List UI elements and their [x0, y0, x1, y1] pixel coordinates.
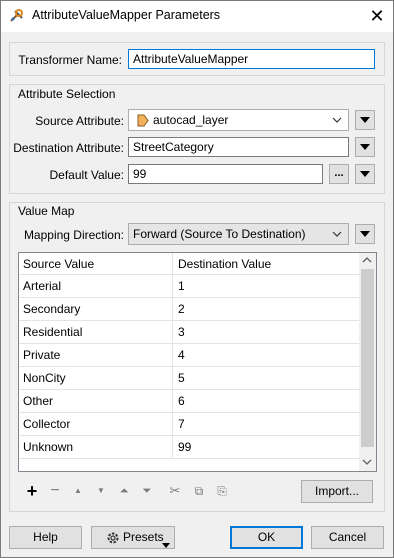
move-to-top-icon[interactable]: ⏶ — [114, 481, 134, 501]
destination-attribute-menu-button[interactable] — [355, 137, 375, 157]
column-header-source-value[interactable]: Source Value — [19, 253, 173, 275]
triangle-down-icon — [162, 535, 170, 556]
import-button[interactable]: Import... — [301, 480, 373, 503]
mapping-direction-label: Mapping Direction: — [23, 228, 124, 242]
cut-icon[interactable]: ✂ — [165, 481, 185, 501]
table-row[interactable]: NonCity 5 — [19, 367, 361, 390]
scroll-down-icon[interactable] — [362, 458, 372, 468]
table-row[interactable]: Arterial 1 — [19, 275, 361, 298]
move-down-icon[interactable]: ▼ — [91, 481, 111, 501]
value-map-table: Source Value Destination Value Arterial … — [18, 252, 377, 472]
mapping-direction-value: Forward (Source To Destination) — [133, 227, 306, 241]
source-attribute-menu-button[interactable] — [355, 110, 375, 130]
move-up-icon[interactable]: ▲ — [68, 481, 88, 501]
table-row[interactable]: Other 6 — [19, 390, 361, 413]
source-value-cell[interactable]: Collector — [19, 413, 173, 436]
table-row[interactable]: Collector 7 — [19, 413, 361, 436]
destination-value-cell[interactable]: 1 — [174, 275, 361, 298]
destination-value-cell[interactable]: 5 — [174, 367, 361, 390]
scrollbar-thumb[interactable] — [361, 269, 374, 447]
default-value-label: Default Value: — [49, 168, 125, 182]
default-value-menu-button[interactable] — [355, 164, 375, 184]
move-to-bottom-icon[interactable]: ⏷ — [137, 481, 157, 501]
source-value-cell[interactable]: Secondary — [19, 298, 173, 321]
vertical-scrollbar[interactable] — [359, 253, 376, 471]
add-row-icon[interactable]: + — [22, 481, 42, 501]
destination-value-cell[interactable]: 2 — [174, 298, 361, 321]
table-row[interactable]: Secondary 2 — [19, 298, 361, 321]
default-value-ellipsis-button[interactable]: ... — [329, 164, 349, 184]
window-title: AttributeValueMapper Parameters — [32, 8, 221, 22]
source-attribute-value: autocad_layer — [153, 113, 229, 127]
chevron-down-icon — [332, 113, 342, 132]
attribute-tag-icon — [137, 114, 149, 131]
table-row[interactable]: Unknown 99 — [19, 436, 361, 459]
mapping-direction-menu-button[interactable] — [355, 224, 375, 244]
copy-icon[interactable]: ⧉ — [189, 481, 209, 501]
destination-value-cell[interactable]: 99 — [174, 436, 361, 459]
remove-row-icon[interactable]: − — [45, 481, 65, 501]
triangle-down-icon — [360, 171, 370, 177]
paste-icon[interactable]: ⎘ — [212, 481, 232, 501]
source-attribute-dropdown[interactable]: autocad_layer — [128, 109, 349, 131]
destination-value-cell[interactable]: 4 — [174, 344, 361, 367]
default-value-input[interactable]: 99 — [128, 164, 323, 184]
source-value-cell[interactable]: Arterial — [19, 275, 173, 298]
destination-value-cell[interactable]: 6 — [174, 390, 361, 413]
destination-attribute-input[interactable]: StreetCategory — [128, 137, 349, 157]
destination-value-cell[interactable]: 3 — [174, 321, 361, 344]
source-attribute-label: Source Attribute: — [35, 114, 124, 128]
presets-label: Presets — [123, 530, 164, 544]
destination-attribute-label: Destination Attribute: — [13, 141, 124, 155]
triangle-down-icon — [360, 231, 370, 237]
triangle-down-icon — [360, 117, 370, 123]
source-value-cell[interactable]: NonCity — [19, 367, 173, 390]
table-header: Source Value Destination Value — [19, 253, 361, 275]
source-value-cell[interactable]: Unknown — [19, 436, 173, 459]
source-value-cell[interactable]: Other — [19, 390, 173, 413]
cancel-button[interactable]: Cancel — [311, 526, 384, 549]
presets-button[interactable]: Presets — [91, 526, 175, 549]
attribute-selection-title: Attribute Selection — [18, 87, 116, 101]
transformer-name-label: Transformer Name: — [18, 53, 122, 67]
close-button[interactable]: ✕ — [362, 3, 392, 29]
ok-button[interactable]: OK — [230, 526, 303, 549]
source-value-cell[interactable]: Residential — [19, 321, 173, 344]
help-button[interactable]: Help — [9, 526, 82, 549]
close-icon: ✕ — [369, 6, 385, 26]
chevron-down-icon — [332, 227, 342, 246]
presets-gear-icon — [105, 530, 121, 553]
scroll-up-icon[interactable] — [362, 256, 372, 266]
table-row[interactable]: Private 4 — [19, 344, 361, 367]
mapping-direction-dropdown[interactable]: Forward (Source To Destination) — [128, 223, 349, 245]
destination-value-cell[interactable]: 7 — [174, 413, 361, 436]
transformer-app-icon — [9, 8, 25, 24]
value-map-title: Value Map — [18, 204, 75, 218]
source-value-cell[interactable]: Private — [19, 344, 173, 367]
triangle-down-icon — [360, 144, 370, 150]
table-row[interactable]: Residential 3 — [19, 321, 361, 344]
column-header-destination-value[interactable]: Destination Value — [174, 253, 361, 275]
transformer-name-input[interactable]: AttributeValueMapper — [128, 49, 375, 69]
